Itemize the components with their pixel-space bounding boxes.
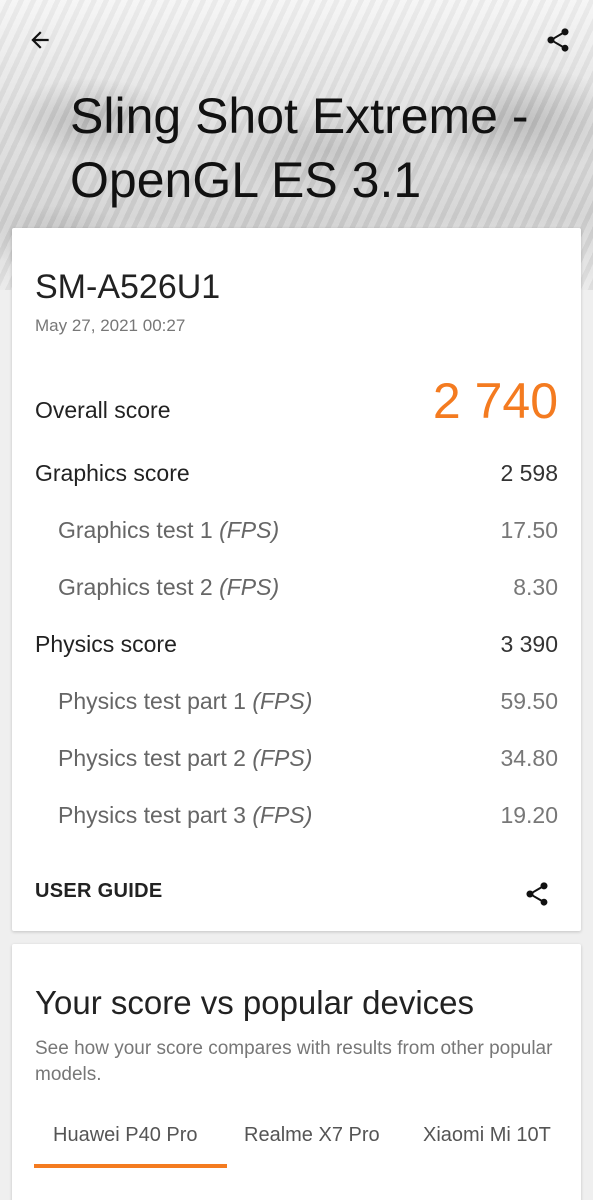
graphics-test-1-value: 17.50 <box>500 517 558 543</box>
page-title: Sling Shot Extreme - OpenGL ES 3.1 <box>70 88 529 208</box>
graphics-test-2-row: Graphics test 2 (FPS) 8.30 <box>35 574 558 601</box>
physics-test-3-value: 19.20 <box>500 802 558 828</box>
compare-card: Your score vs popular devices See how yo… <box>12 944 581 1200</box>
physics-test-1-label: Physics test part 1 (FPS) <box>58 688 313 714</box>
overall-score-row: Overall score 2 740 <box>35 372 558 430</box>
physics-score-label: Physics score <box>35 631 177 657</box>
physics-test-2-value: 34.80 <box>500 745 558 771</box>
physics-test-1-row: Physics test part 1 (FPS) 59.50 <box>35 688 558 715</box>
share-icon <box>547 28 569 52</box>
device-name: SM-A526U1 <box>35 268 221 306</box>
tab-realme-x7-pro[interactable]: Realme X7 Pro <box>244 1124 380 1168</box>
physics-test-1-value: 59.50 <box>500 688 558 714</box>
graphics-test-1-label: Graphics test 1 (FPS) <box>58 517 280 543</box>
share-result-button[interactable] <box>513 870 561 918</box>
tabs-fade <box>555 1124 581 1168</box>
physics-test-3-label: Physics test part 3 (FPS) <box>58 802 313 828</box>
arrow-back-icon <box>31 31 49 49</box>
overall-score-label: Overall score <box>35 397 171 423</box>
tab-xiaomi-mi-10t[interactable]: Xiaomi Mi 10T <box>423 1124 551 1168</box>
physics-score-row: Physics score 3 390 <box>35 631 558 658</box>
active-tab-indicator <box>34 1164 227 1168</box>
top-bar <box>0 0 593 80</box>
compare-title: Your score vs popular devices <box>35 984 475 1021</box>
graphics-test-2-value: 8.30 <box>513 574 558 600</box>
physics-test-3-row: Physics test part 3 (FPS) 19.20 <box>35 802 558 829</box>
back-button[interactable] <box>16 16 64 64</box>
graphics-score-label: Graphics score <box>35 460 190 486</box>
share-icon <box>526 882 548 906</box>
physics-score-value: 3 390 <box>500 631 558 657</box>
share-button[interactable] <box>534 16 582 64</box>
overall-score-value: 2 740 <box>432 373 558 429</box>
physics-test-2-row: Physics test part 2 (FPS) 34.80 <box>35 745 558 772</box>
graphics-test-1-row: Graphics test 1 (FPS) 17.50 <box>35 517 558 544</box>
graphics-score-row: Graphics score 2 598 <box>35 460 558 487</box>
physics-test-2-label: Physics test part 2 (FPS) <box>58 745 313 771</box>
graphics-score-value: 2 598 <box>500 460 558 486</box>
results-card: SM-A526U1 May 27, 2021 00:27 Overall sco… <box>12 228 581 931</box>
result-date: May 27, 2021 00:27 <box>35 316 186 335</box>
compare-description: See how your score compares with results… <box>35 1038 553 1085</box>
tab-huawei-p40-pro[interactable]: Huawei P40 Pro <box>53 1124 198 1168</box>
graphics-test-2-label: Graphics test 2 (FPS) <box>58 574 280 600</box>
device-tabs: Huawei P40 Pro Realme X7 Pro Xiaomi Mi 1… <box>12 1124 581 1184</box>
user-guide-link[interactable]: USER GUIDE <box>35 880 162 903</box>
